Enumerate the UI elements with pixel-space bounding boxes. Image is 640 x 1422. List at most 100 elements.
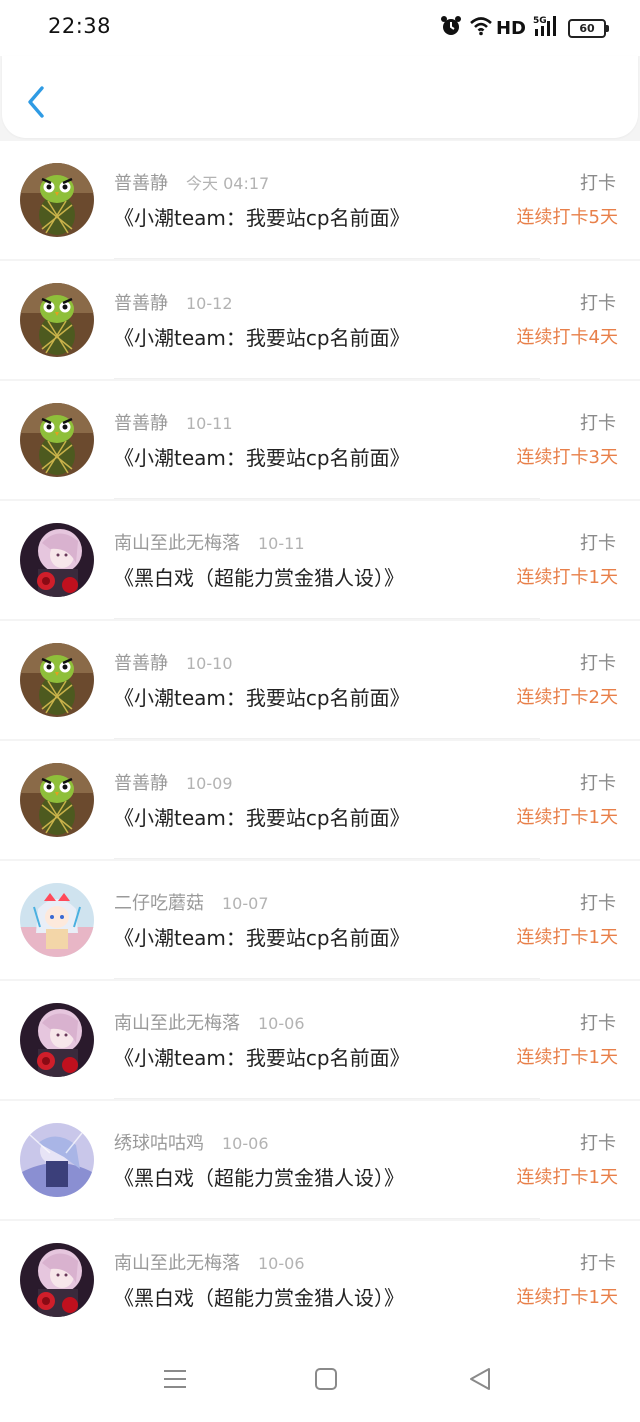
chibi-girl-avatar-art bbox=[20, 883, 94, 957]
system-nav-bar bbox=[0, 1336, 640, 1422]
avatar[interactable] bbox=[20, 1123, 94, 1197]
checkin-label: 打卡 bbox=[580, 1133, 616, 1154]
pineapple-owl-avatar-art bbox=[20, 163, 94, 237]
list-item[interactable]: 二仔吃蘑菇 10-07 《小潮team：我要站cp名前面》 打卡 连续打卡1天 bbox=[0, 861, 640, 979]
avatar[interactable] bbox=[20, 1003, 94, 1077]
streak-label: 连续打卡2天 bbox=[516, 687, 618, 708]
meta-line: 普善静 10-09 bbox=[114, 769, 233, 795]
avatar[interactable] bbox=[20, 283, 94, 357]
username[interactable]: 南山至此无梅落 bbox=[114, 1013, 240, 1034]
streak-label: 连续打卡5天 bbox=[516, 207, 618, 228]
story-title[interactable]: 《小潮team：我要站cp名前面》 bbox=[114, 202, 410, 231]
row-divider bbox=[114, 618, 540, 619]
list-item[interactable]: 普善静 10-10 《小潮team：我要站cp名前面》 打卡 连续打卡2天 bbox=[0, 621, 640, 739]
meta-line: 普善静 今天 04:17 bbox=[114, 169, 269, 195]
avatar[interactable] bbox=[20, 1243, 94, 1317]
streak-label: 连续打卡1天 bbox=[516, 1047, 618, 1068]
avatar[interactable] bbox=[20, 643, 94, 717]
menu-icon bbox=[164, 1370, 186, 1388]
anime-rose-avatar-art bbox=[20, 523, 94, 597]
anime-rose-avatar-art bbox=[20, 1003, 94, 1077]
post-date: 10-06 bbox=[258, 1254, 305, 1273]
post-date: 10-09 bbox=[186, 774, 233, 793]
row-divider bbox=[114, 1098, 540, 1099]
pineapple-owl-avatar-art bbox=[20, 763, 94, 837]
streak-label: 连续打卡4天 bbox=[516, 327, 618, 348]
list-item[interactable]: 普善静 10-12 《小潮team：我要站cp名前面》 打卡 连续打卡4天 bbox=[0, 261, 640, 379]
anime-blue-avatar-art bbox=[20, 1123, 94, 1197]
avatar[interactable] bbox=[20, 763, 94, 837]
list-item[interactable]: 绣球咕咕鸡 10-06 《黑白戏（超能力赏金猎人设）》 打卡 连续打卡1天 bbox=[0, 1101, 640, 1219]
username[interactable]: 普善静 bbox=[114, 173, 168, 194]
alarm-icon bbox=[440, 15, 462, 41]
battery-icon: 60 bbox=[568, 18, 609, 38]
list-item[interactable]: 南山至此无梅落 10-06 《黑白戏（超能力赏金猎人设）》 打卡 连续打卡1天 bbox=[0, 1221, 640, 1339]
username[interactable]: 南山至此无梅落 bbox=[114, 533, 240, 554]
streak-label: 连续打卡1天 bbox=[516, 1287, 618, 1308]
list-item[interactable]: 普善静 10-11 《小潮team：我要站cp名前面》 打卡 连续打卡3天 bbox=[0, 381, 640, 499]
checkin-label: 打卡 bbox=[580, 773, 616, 794]
story-title[interactable]: 《小潮team：我要站cp名前面》 bbox=[114, 802, 410, 831]
story-title[interactable]: 《黑白戏（超能力赏金猎人设）》 bbox=[114, 562, 404, 591]
story-title[interactable]: 《黑白戏（超能力赏金猎人设）》 bbox=[114, 1282, 404, 1311]
top-header bbox=[2, 56, 638, 138]
checkin-label: 打卡 bbox=[580, 1253, 616, 1274]
story-title[interactable]: 《小潮team：我要站cp名前面》 bbox=[114, 682, 410, 711]
row-divider bbox=[114, 858, 540, 859]
avatar[interactable] bbox=[20, 883, 94, 957]
checkin-label: 打卡 bbox=[580, 893, 616, 914]
status-bar: 22:38 HD 5G 60 bbox=[0, 0, 640, 56]
meta-line: 南山至此无梅落 10-06 bbox=[114, 1249, 305, 1275]
clock: 22:38 bbox=[48, 14, 112, 38]
post-date: 10-11 bbox=[186, 414, 233, 433]
meta-line: 绣球咕咕鸡 10-06 bbox=[114, 1129, 269, 1155]
pineapple-owl-avatar-art bbox=[20, 283, 94, 357]
avatar[interactable] bbox=[20, 163, 94, 237]
streak-label: 连续打卡1天 bbox=[516, 1167, 618, 1188]
username[interactable]: 南山至此无梅落 bbox=[114, 1253, 240, 1274]
row-divider bbox=[114, 258, 540, 259]
checkin-label: 打卡 bbox=[580, 173, 616, 194]
streak-label: 连续打卡3天 bbox=[516, 447, 618, 468]
post-date: 今天 04:17 bbox=[186, 174, 270, 193]
username[interactable]: 二仔吃蘑菇 bbox=[114, 893, 204, 914]
story-title[interactable]: 《小潮team：我要站cp名前面》 bbox=[114, 1042, 410, 1071]
home-button[interactable] bbox=[311, 1364, 341, 1394]
story-title[interactable]: 《黑白戏（超能力赏金猎人设）》 bbox=[114, 1162, 404, 1191]
checkin-label: 打卡 bbox=[580, 1013, 616, 1034]
home-square-icon bbox=[315, 1368, 337, 1390]
username[interactable]: 绣球咕咕鸡 bbox=[114, 1133, 204, 1154]
list-item[interactable]: 南山至此无梅落 10-06 《小潮team：我要站cp名前面》 打卡 连续打卡1天 bbox=[0, 981, 640, 1099]
checkin-label: 打卡 bbox=[580, 533, 616, 554]
list-item[interactable]: 普善静 10-09 《小潮team：我要站cp名前面》 打卡 连续打卡1天 bbox=[0, 741, 640, 859]
list-item[interactable]: 南山至此无梅落 10-11 《黑白戏（超能力赏金猎人设）》 打卡 连续打卡1天 bbox=[0, 501, 640, 619]
row-divider bbox=[114, 378, 540, 379]
username[interactable]: 普善静 bbox=[114, 653, 168, 674]
meta-line: 普善静 10-12 bbox=[114, 289, 233, 315]
back-nav-button[interactable] bbox=[465, 1364, 495, 1394]
story-title[interactable]: 《小潮team：我要站cp名前面》 bbox=[114, 922, 410, 951]
avatar[interactable] bbox=[20, 403, 94, 477]
meta-line: 普善静 10-11 bbox=[114, 409, 233, 435]
story-title[interactable]: 《小潮team：我要站cp名前面》 bbox=[114, 322, 410, 351]
username[interactable]: 普善静 bbox=[114, 773, 168, 794]
username[interactable]: 普善静 bbox=[114, 413, 168, 434]
row-divider bbox=[114, 498, 540, 499]
username[interactable]: 普善静 bbox=[114, 293, 168, 314]
list-item[interactable]: 普善静 今天 04:17 《小潮team：我要站cp名前面》 打卡 连续打卡5天 bbox=[0, 141, 640, 259]
meta-line: 二仔吃蘑菇 10-07 bbox=[114, 889, 269, 915]
chevron-left-icon bbox=[28, 86, 44, 118]
svg-text:5G: 5G bbox=[533, 16, 547, 26]
menu-button[interactable] bbox=[160, 1364, 190, 1394]
avatar[interactable] bbox=[20, 523, 94, 597]
row-divider bbox=[114, 978, 540, 979]
status-icons: HD 5G 60 bbox=[440, 15, 609, 41]
pineapple-owl-avatar-art bbox=[20, 643, 94, 717]
signal-5g-icon: 5G bbox=[533, 15, 561, 41]
streak-label: 连续打卡1天 bbox=[516, 927, 618, 948]
back-button[interactable] bbox=[20, 82, 52, 122]
pineapple-owl-avatar-art bbox=[20, 403, 94, 477]
meta-line: 南山至此无梅落 10-11 bbox=[114, 529, 305, 555]
story-title[interactable]: 《小潮team：我要站cp名前面》 bbox=[114, 442, 410, 471]
checkin-label: 打卡 bbox=[580, 413, 616, 434]
